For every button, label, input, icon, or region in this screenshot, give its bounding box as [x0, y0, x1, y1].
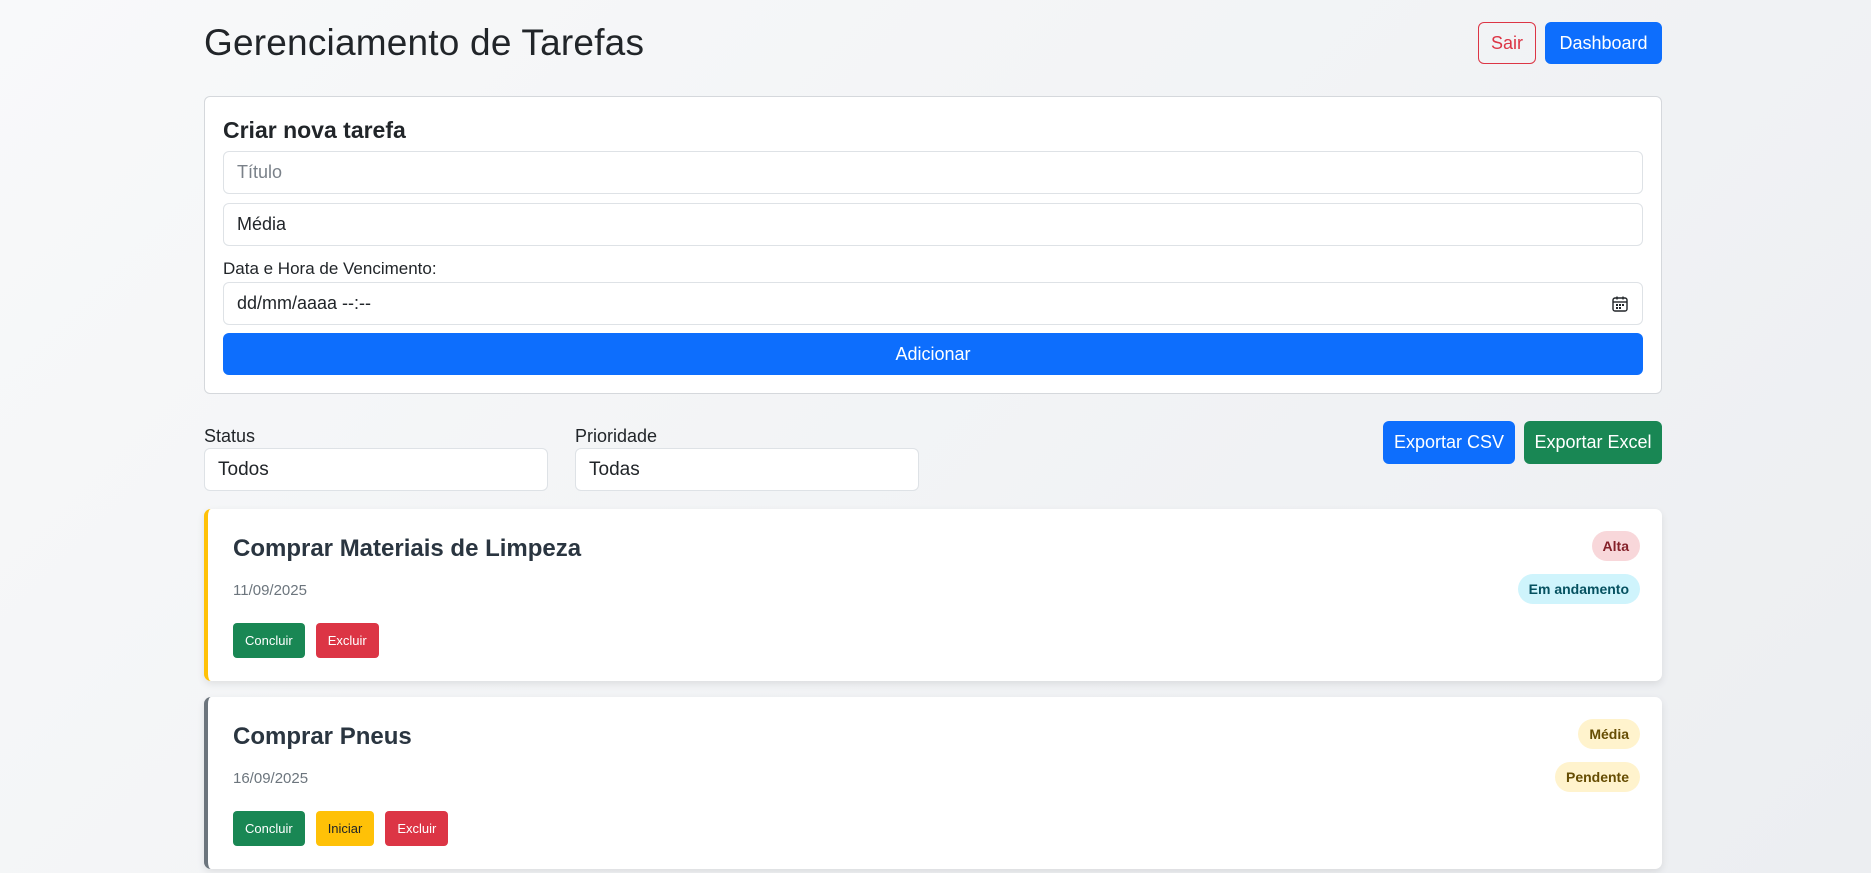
priority-filter-label: Prioridade [575, 426, 658, 446]
add-task-button[interactable]: Adicionar [223, 333, 1643, 375]
create-task-heading: Criar nova tarefa [223, 117, 406, 143]
priority-filter-select[interactable]: Todas [575, 448, 919, 491]
task-due-date: 11/09/2025 [233, 582, 307, 599]
complete-task-button[interactable]: Concluir [233, 811, 305, 846]
delete-task-button[interactable]: Excluir [315, 623, 379, 658]
start-task-button[interactable]: Iniciar [315, 811, 375, 846]
create-task-card: Criar nova tarefa Título Média Data e Ho… [204, 96, 1662, 394]
task-title: Comprar Materiais de Limpeza [233, 535, 582, 562]
delete-task-button[interactable]: Excluir [385, 811, 449, 846]
task-card: Comprar Materiais de Limpeza 11/09/2025 … [204, 509, 1662, 681]
task-title: Comprar Pneus [233, 723, 412, 750]
status-filter-label: Status [204, 426, 256, 446]
task-due-date: 16/09/2025 [233, 770, 309, 787]
export-csv-button[interactable]: Exportar CSV [1383, 421, 1515, 464]
status-badge: Em andamento [1517, 574, 1640, 604]
export-excel-button[interactable]: Exportar Excel [1524, 421, 1662, 464]
task-actions: Concluir Iniciar Excluir [233, 811, 449, 846]
task-card: Comprar Pneus 16/09/2025 Média Pendente … [204, 697, 1662, 869]
page-header: Gerenciamento de Tarefas Sair Dashboard [204, 22, 1662, 66]
due-date-input[interactable]: dd/mm/aaaa --:-- [223, 282, 1643, 325]
status-filter-select[interactable]: Todos [204, 448, 548, 491]
priority-badge: Alta [1591, 531, 1640, 561]
task-actions: Concluir Excluir [233, 623, 379, 658]
due-date-label: Data e Hora de Vencimento: [223, 259, 437, 278]
dashboard-button[interactable]: Dashboard [1545, 22, 1662, 64]
status-badge: Pendente [1554, 762, 1640, 792]
priority-badge: Média [1578, 719, 1640, 749]
complete-task-button[interactable]: Concluir [233, 623, 305, 658]
logout-button[interactable]: Sair [1478, 22, 1536, 64]
task-title-input[interactable]: Título [223, 151, 1643, 194]
task-priority-select[interactable]: Média [223, 203, 1643, 246]
page-title: Gerenciamento de Tarefas [204, 22, 645, 63]
due-date-value: dd/mm/aaaa --:-- [237, 293, 372, 313]
calendar-icon[interactable] [1611, 295, 1629, 313]
